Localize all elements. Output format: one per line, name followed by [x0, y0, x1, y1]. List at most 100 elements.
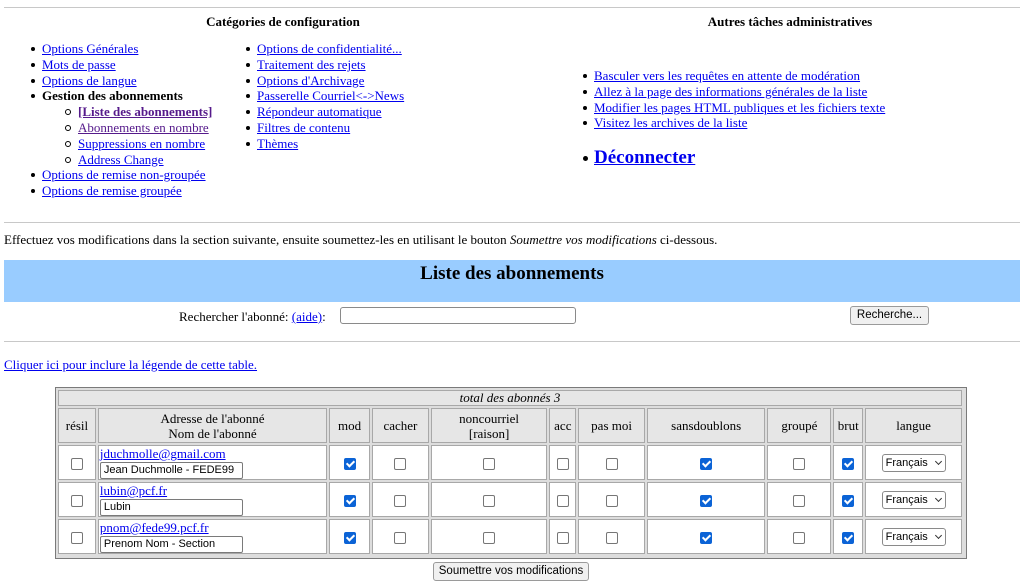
menu-link[interactable]: Allez à la page des informations général…	[594, 84, 867, 99]
menu-link[interactable]: Passerelle Courriel<->News	[257, 88, 404, 103]
submenu-item-member-list[interactable]: [Liste des abonnements]	[28, 104, 212, 120]
bullet-icon	[583, 156, 588, 162]
menu-item-passwords[interactable]: Mots de passe	[28, 57, 212, 73]
menu-link[interactable]: [Liste des abonnements]	[78, 104, 212, 119]
member-email-link[interactable]: pnom@fede99.pcf.fr	[100, 520, 326, 535]
legend-link[interactable]: Cliquer ici pour inclure la légende de c…	[4, 357, 257, 373]
nomail-checkbox[interactable]	[483, 531, 496, 544]
menu-item-content-filters[interactable]: Filtres de contenu	[243, 120, 404, 136]
nodupes-checkbox[interactable]	[700, 494, 713, 507]
unsub-checkbox[interactable]	[70, 494, 83, 507]
menu-link[interactable]: Suppressions en nombre	[78, 136, 205, 151]
search-label-text: Rechercher l'abonné:	[179, 309, 292, 324]
member-name-input[interactable]: Prenom Nom - Section	[99, 536, 243, 553]
search-button[interactable]: Recherche...	[850, 306, 929, 325]
language-select[interactable]: Français	[881, 527, 946, 546]
menu-link[interactable]: Options de confidentialité...	[257, 41, 402, 56]
cell-unsub	[58, 482, 96, 517]
menu-link[interactable]: Options de remise groupée	[42, 183, 182, 198]
search-input[interactable]	[340, 307, 576, 324]
menu-item-archiving[interactable]: Options d'Archivage	[243, 73, 404, 89]
submenu-item-mass-subscription[interactable]: Abonnements en nombre	[28, 120, 212, 136]
chevron-down-icon	[934, 531, 942, 539]
digest-checkbox[interactable]	[793, 457, 806, 470]
menu-link[interactable]: Options d'Archivage	[257, 73, 364, 88]
menu-link[interactable]: Filtres de contenu	[257, 120, 350, 135]
menu-item-gateway[interactable]: Passerelle Courriel<->News	[243, 88, 404, 104]
nodupes-checkbox[interactable]	[700, 531, 713, 544]
notmetoo-checkbox[interactable]	[605, 494, 618, 507]
menu-link[interactable]: Options Générales	[42, 41, 138, 56]
plain-checkbox[interactable]	[842, 457, 855, 470]
notmetoo-checkbox[interactable]	[605, 457, 618, 470]
col-header-address-line1: Adresse de l'abonné	[160, 410, 265, 426]
menu-item-language-options[interactable]: Options de langue	[28, 73, 212, 89]
admin-link-listinfo[interactable]: Allez à la page des informations général…	[580, 84, 885, 100]
menu-link[interactable]: Basculer vers les requêtes en attente de…	[594, 68, 860, 83]
language-select[interactable]: Français	[881, 490, 946, 509]
admin-link-moderation[interactable]: Basculer vers les requêtes en attente de…	[580, 68, 885, 84]
hide-checkbox[interactable]	[394, 494, 407, 507]
nodupes-checkbox[interactable]	[700, 457, 713, 470]
search-help-link[interactable]: (aide)	[292, 309, 322, 324]
menu-item-digest-options[interactable]: Options de remise groupée	[28, 183, 212, 199]
cell-plain	[833, 519, 864, 554]
mod-checkbox[interactable]	[343, 494, 356, 507]
menu-link[interactable]: Traitement des rejets	[257, 57, 366, 72]
menu-item-autoresponder[interactable]: Répondeur automatique	[243, 104, 404, 120]
menu-item-themes[interactable]: Thèmes	[243, 136, 404, 152]
menu-item-privacy[interactable]: Options de confidentialité...	[243, 41, 404, 57]
cell-language: Français	[865, 482, 962, 517]
cell-notmetoo	[578, 445, 645, 480]
digest-checkbox[interactable]	[793, 531, 806, 544]
notmetoo-checkbox[interactable]	[605, 531, 618, 544]
admin-link-edit-html[interactable]: Modifier les pages HTML publiques et les…	[580, 100, 885, 116]
plain-checkbox[interactable]	[842, 531, 855, 544]
member-name-input[interactable]: Lubin	[99, 499, 243, 516]
instructions-part: ci-dessous.	[656, 232, 718, 247]
logout-link[interactable]: Déconnecter	[594, 147, 695, 168]
hide-checkbox[interactable]	[394, 457, 407, 470]
section-divider	[4, 222, 1020, 223]
admin-link-archives[interactable]: Visitez les archives de la liste	[580, 115, 885, 131]
instructions-emphasis: Soumettre vos modifications	[509, 232, 657, 247]
language-select-value: Français	[885, 530, 928, 543]
menu-link[interactable]: Options de remise non-groupée	[42, 167, 206, 182]
plain-checkbox[interactable]	[842, 494, 855, 507]
member-name-input[interactable]: Jean Duchmolle - FEDE99	[99, 462, 243, 479]
nomail-checkbox[interactable]	[483, 457, 496, 470]
menu-link[interactable]: Abonnements en nombre	[78, 120, 209, 135]
menu-link[interactable]: Répondeur automatique	[257, 104, 382, 119]
ack-checkbox[interactable]	[556, 531, 569, 544]
menu-link[interactable]: Thèmes	[257, 136, 298, 151]
ack-checkbox[interactable]	[556, 457, 569, 470]
cell-mod	[329, 519, 371, 554]
menu-link[interactable]: Mots de passe	[42, 57, 116, 72]
menu-item-nondigest-options[interactable]: Options de remise non-groupée	[28, 167, 212, 183]
config-menu-left: Options Générales Mots de passe Options …	[28, 41, 212, 199]
member-email-link[interactable]: lubin@pcf.fr	[100, 483, 326, 498]
menu-link[interactable]: Visitez les archives de la liste	[594, 115, 747, 130]
ack-checkbox[interactable]	[556, 494, 569, 507]
menu-item-bounce[interactable]: Traitement des rejets	[243, 57, 404, 73]
instructions-text: Effectuez vos modifications dans la sect…	[4, 232, 717, 248]
members-table-frame: total des abonnés 3 résil Adresse de l'a…	[55, 387, 967, 559]
submenu-item-mass-removal[interactable]: Suppressions en nombre	[28, 136, 212, 152]
nomail-checkbox[interactable]	[483, 494, 496, 507]
mod-checkbox[interactable]	[343, 531, 356, 544]
hide-checkbox[interactable]	[394, 531, 407, 544]
submit-button[interactable]: Soumettre vos modifications	[433, 562, 589, 581]
mod-checkbox[interactable]	[343, 457, 356, 470]
unsub-checkbox[interactable]	[70, 531, 83, 544]
language-select[interactable]: Français	[881, 453, 946, 472]
menu-link[interactable]: Options de langue	[42, 73, 137, 88]
menu-link[interactable]: Modifier les pages HTML publiques et les…	[594, 100, 885, 115]
menu-link[interactable]: Address Change	[78, 152, 164, 167]
chevron-down-icon	[934, 494, 942, 502]
submenu-item-address-change[interactable]: Address Change	[28, 152, 212, 168]
col-header-plain: brut	[833, 408, 864, 443]
digest-checkbox[interactable]	[793, 494, 806, 507]
unsub-checkbox[interactable]	[70, 457, 83, 470]
menu-item-general-options[interactable]: Options Générales	[28, 41, 212, 57]
member-email-link[interactable]: jduchmolle@gmail.com	[100, 446, 326, 461]
